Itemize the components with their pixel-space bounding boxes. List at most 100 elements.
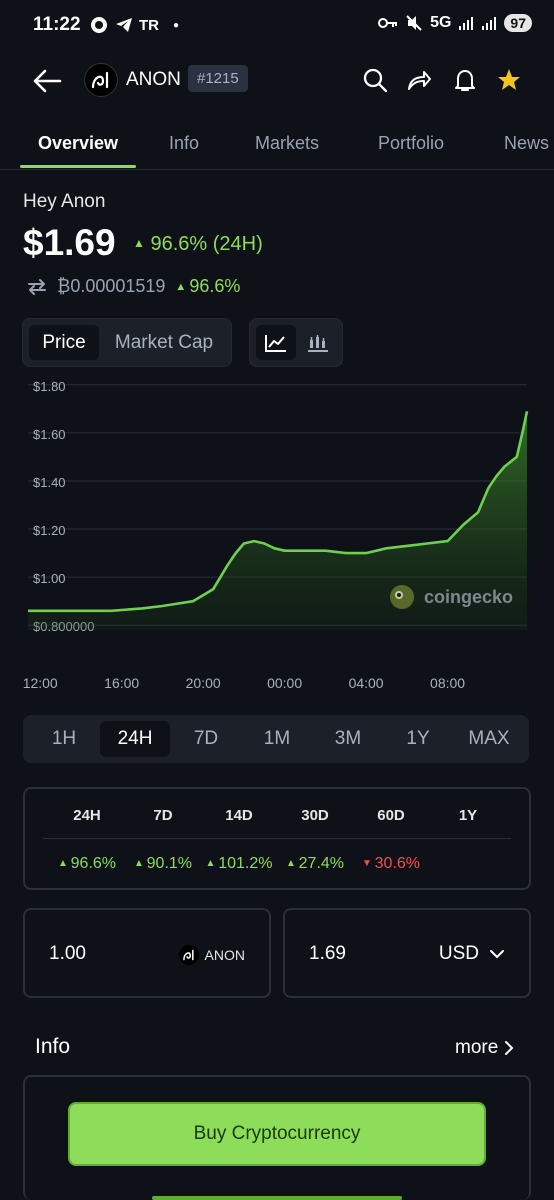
bottom-accent-bar: [152, 1196, 402, 1200]
timeframe-selector: 1H 24H 7D 1M 3M 1Y MAX: [23, 715, 529, 763]
market-cap-toggle[interactable]: Market Cap: [103, 325, 225, 360]
bell-icon[interactable]: [452, 67, 478, 93]
top-app-bar: ANON #1215: [0, 52, 554, 108]
coin-amount-value: 1.00: [49, 943, 86, 964]
period-header: 60D: [377, 807, 405, 824]
timeframe-1m[interactable]: 1M: [242, 721, 312, 757]
anon-logo-icon: [178, 945, 199, 965]
up-triangle-icon: ▲: [205, 858, 219, 869]
timeframe-3m[interactable]: 3M: [313, 721, 383, 757]
chart-type-toggle: [249, 318, 343, 367]
back-arrow-icon[interactable]: [30, 66, 64, 96]
active-tab-indicator: [20, 165, 136, 168]
period-header: 7D: [153, 807, 173, 824]
currency-label: USD: [438, 943, 479, 964]
coingecko-watermark: coingecko: [390, 585, 513, 609]
search-icon[interactable]: [362, 67, 388, 93]
period-change-text: 27.4%: [298, 855, 345, 872]
period-header: 24H: [73, 807, 101, 824]
share-icon[interactable]: [406, 67, 432, 93]
status-time: 11:22: [33, 14, 81, 35]
down-triangle-icon: ▼: [361, 858, 375, 869]
x-tick-label: 12:00: [23, 675, 58, 691]
fiat-amount-field[interactable]: 1.69 USD: [283, 908, 531, 998]
watermark-text: coingecko: [424, 587, 513, 607]
coin-symbol: ANON: [126, 69, 181, 90]
tab-markets[interactable]: Markets: [255, 133, 319, 154]
telegram-icon: [116, 18, 132, 32]
coin-title: Hey Anon: [23, 191, 106, 212]
tab-portfolio[interactable]: Portfolio: [378, 133, 444, 154]
buy-cryptocurrency-button[interactable]: Buy Cryptocurrency: [68, 1102, 486, 1166]
chart-metric-toggle: Price Market Cap: [22, 318, 232, 367]
mute-icon: [406, 15, 422, 31]
network-label: 5G: [430, 14, 452, 31]
anon-logo-icon: [91, 71, 109, 89]
up-triangle-icon: ▲: [133, 236, 145, 250]
price-change-24h: ▲ 96.6% (24H): [133, 233, 263, 256]
timeframe-1h[interactable]: 1H: [29, 721, 99, 757]
chevron-down-icon: [490, 950, 504, 959]
info-section-title: Info: [35, 1035, 71, 1058]
timeframe-7d[interactable]: 7D: [171, 721, 241, 757]
period-header: 30D: [301, 807, 329, 824]
up-triangle-icon: ▲: [133, 858, 147, 869]
chevron-right-icon: [505, 1041, 514, 1055]
notification-app-icon: [91, 17, 107, 33]
y-tick-label: $1.80: [33, 379, 66, 394]
x-tick-label: 08:00: [430, 675, 465, 691]
tab-overview[interactable]: Overview: [38, 133, 118, 154]
price-toggle[interactable]: Price: [29, 325, 99, 360]
candle-chart-toggle[interactable]: [298, 325, 338, 360]
up-triangle-icon: ▲: [57, 858, 71, 869]
current-price: $1.69: [23, 222, 116, 263]
y-tick-label: $1.00: [33, 571, 66, 586]
up-triangle-icon: ▲: [285, 858, 299, 869]
coin-amount-field[interactable]: 1.00 ANON: [23, 908, 271, 998]
price-chart[interactable]: $1.80$1.60$1.40$1.20$1.00$0.800000 12:00…: [0, 372, 554, 702]
y-tick-label: $1.60: [33, 427, 66, 442]
period-change-text: 96.6%: [70, 855, 117, 872]
star-icon[interactable]: [496, 67, 522, 93]
status-right-icons: 5G 97: [378, 14, 532, 32]
x-tick-label: 00:00: [267, 675, 302, 691]
currency-selector[interactable]: USD: [439, 943, 505, 965]
tab-news[interactable]: News: [504, 133, 549, 154]
timeframe-1y[interactable]: 1Y: [383, 721, 453, 757]
period-header: 14D: [225, 807, 253, 824]
x-tick-label: 16:00: [104, 675, 139, 691]
price-change-text: 96.6% (24H): [150, 233, 263, 255]
y-tick-label: $1.40: [33, 475, 66, 490]
carrier-tag: TR: [139, 16, 159, 34]
line-chart-icon: [265, 334, 286, 352]
table-divider: [43, 838, 511, 839]
coin-unit-label: ANON: [204, 947, 245, 963]
timeframe-24h[interactable]: 24H: [100, 721, 170, 757]
battery-indicator: 97: [504, 14, 532, 32]
tab-info[interactable]: Info: [169, 133, 199, 154]
up-triangle-icon: ▲: [175, 281, 190, 293]
period-change-text: 101.2%: [218, 855, 273, 872]
period-change: ▼ 30.6%: [346, 855, 436, 873]
btc-change-text: 96.6%: [189, 276, 241, 296]
more-link[interactable]: more: [455, 1037, 514, 1059]
period-change-text: 90.1%: [146, 855, 193, 872]
x-tick-label: 20:00: [186, 675, 221, 691]
x-tick-label: 04:00: [349, 675, 384, 691]
key-icon: [378, 18, 398, 28]
btc-price-row: ₿0.00001519 ▲ 96.6%: [27, 276, 240, 297]
y-tick-label: $1.20: [33, 523, 66, 538]
timeframe-max[interactable]: MAX: [454, 721, 524, 757]
candlestick-icon: [308, 334, 328, 352]
period-header: 1Y: [458, 807, 478, 824]
y-axis-ticks: $1.80$1.60$1.40$1.20$1.00$0.800000: [33, 379, 94, 634]
signal-icon: [459, 17, 474, 30]
btc-price: ₿0.00001519: [57, 276, 166, 296]
swap-icon: [28, 278, 46, 295]
x-axis-ticks: 12:00 16:00 20:00 00:00 04:00 08:00: [23, 675, 466, 691]
dot-icon: ●: [173, 19, 180, 31]
period-change-text: 30.6%: [374, 855, 421, 872]
more-label: more: [455, 1037, 499, 1058]
signal-icon-2: [482, 17, 497, 30]
line-chart-toggle[interactable]: [256, 325, 296, 360]
